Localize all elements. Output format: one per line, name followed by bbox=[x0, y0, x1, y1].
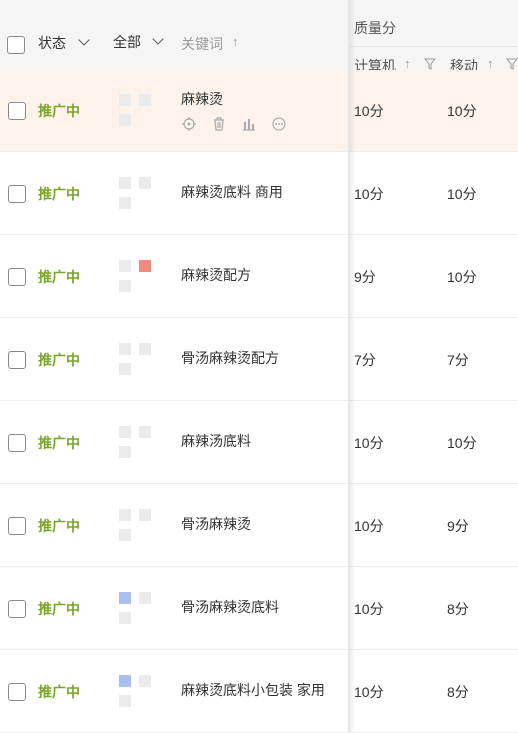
status-text: 推广中 bbox=[38, 269, 80, 285]
computer-filter-icon[interactable] bbox=[424, 58, 436, 70]
computer-score: 10分 bbox=[354, 186, 384, 202]
device-indicator-square bbox=[119, 675, 131, 687]
keyword-text[interactable]: 麻辣烫底料小包装 家用 bbox=[181, 680, 325, 700]
locate-icon[interactable] bbox=[181, 116, 197, 132]
device-indicator-square bbox=[139, 592, 151, 604]
table-row[interactable]: 推广中 麻辣烫底料 商用 10分 10分 bbox=[0, 153, 518, 235]
computer-score: 7分 bbox=[354, 352, 376, 368]
table-row[interactable]: 推广中 麻辣烫底料小包装 家用 10分 8分 bbox=[0, 651, 518, 733]
device-indicator-square bbox=[139, 260, 151, 272]
row-checkbox[interactable] bbox=[8, 683, 26, 701]
computer-score: 9分 bbox=[354, 269, 376, 285]
mobile-score: 8分 bbox=[447, 684, 469, 700]
mobile-sort-arrow-icon[interactable]: ↑ bbox=[487, 56, 494, 71]
keyword-text[interactable]: 骨汤麻辣烫 bbox=[181, 514, 251, 534]
status-text: 推广中 bbox=[38, 601, 80, 617]
device-indicator-square bbox=[139, 177, 151, 189]
mobile-score: 10分 bbox=[447, 435, 477, 451]
status-text: 推广中 bbox=[38, 518, 80, 534]
mobile-score: 10分 bbox=[447, 186, 477, 202]
keyword-text[interactable]: 麻辣烫 bbox=[181, 89, 223, 109]
more-icon[interactable] bbox=[271, 116, 287, 132]
keyword-sort-arrow-icon[interactable]: ↑ bbox=[232, 34, 239, 49]
device-indicator-square bbox=[119, 197, 131, 209]
quality-header-divider bbox=[350, 46, 518, 47]
device-indicator-square bbox=[119, 280, 131, 292]
device-indicator-square bbox=[119, 260, 131, 272]
device-indicator-square bbox=[119, 114, 131, 126]
device-indicator-square bbox=[119, 612, 131, 624]
row-checkbox[interactable] bbox=[8, 351, 26, 369]
mobile-score: 10分 bbox=[447, 103, 477, 119]
table-row[interactable]: 推广中 骨汤麻辣烫 10分 9分 bbox=[0, 485, 518, 567]
status-text: 推广中 bbox=[38, 435, 80, 451]
computer-sort-arrow-icon[interactable]: ↑ bbox=[404, 56, 411, 71]
keyword-text[interactable]: 麻辣烫底料 商用 bbox=[181, 182, 283, 202]
device-indicator-square bbox=[119, 94, 131, 106]
table-row[interactable]: 推广中 麻辣汤底料 10分 10分 bbox=[0, 402, 518, 484]
device-indicator-square bbox=[139, 94, 151, 106]
device-indicator-square bbox=[119, 592, 131, 604]
device-indicator-square bbox=[119, 363, 131, 375]
device-indicator-square bbox=[119, 695, 131, 707]
status-text: 推广中 bbox=[38, 684, 80, 700]
keyword-text[interactable]: 麻辣汤底料 bbox=[181, 431, 251, 451]
row-checkbox[interactable] bbox=[8, 434, 26, 452]
computer-score: 10分 bbox=[354, 601, 384, 617]
table-row[interactable]: 推广中 麻辣烫配方 9分 10分 bbox=[0, 236, 518, 318]
table-row[interactable]: 推广中 骨汤麻辣烫配方 7分 7分 bbox=[0, 319, 518, 401]
row-checkbox[interactable] bbox=[8, 517, 26, 535]
row-checkbox[interactable] bbox=[8, 102, 26, 120]
device-indicator-square bbox=[139, 509, 151, 521]
mobile-score: 10分 bbox=[447, 269, 477, 285]
device-indicator-square bbox=[119, 446, 131, 458]
status-text: 推广中 bbox=[38, 186, 80, 202]
status-text: 推广中 bbox=[38, 352, 80, 368]
mobile-score: 9分 bbox=[447, 518, 469, 534]
computer-score: 10分 bbox=[354, 103, 384, 119]
keyword-column-header[interactable]: 关键词 bbox=[181, 34, 223, 54]
device-indicator-square bbox=[119, 529, 131, 541]
quality-score-header: 质量分 bbox=[354, 20, 396, 36]
computer-score: 10分 bbox=[354, 518, 384, 534]
row-checkbox[interactable] bbox=[8, 185, 26, 203]
trash-icon[interactable] bbox=[211, 116, 227, 132]
status-filter-label[interactable]: 状态 bbox=[38, 33, 66, 53]
keyword-text[interactable]: 骨汤麻辣烫底料 bbox=[181, 597, 279, 617]
row-checkbox[interactable] bbox=[8, 268, 26, 286]
computer-score: 10分 bbox=[354, 435, 384, 451]
select-all-checkbox[interactable] bbox=[7, 36, 25, 54]
status-chevron-down-icon[interactable] bbox=[78, 34, 90, 46]
device-indicator-square bbox=[139, 343, 151, 355]
all-chevron-down-icon[interactable] bbox=[152, 33, 164, 45]
keyword-text[interactable]: 骨汤麻辣烫配方 bbox=[181, 348, 279, 368]
all-filter-label[interactable]: 全部 bbox=[113, 32, 141, 52]
device-indicator-square bbox=[119, 509, 131, 521]
computer-score: 10分 bbox=[354, 684, 384, 700]
bar-chart-icon[interactable] bbox=[241, 116, 257, 132]
mobile-filter-icon[interactable] bbox=[506, 58, 518, 70]
table-row[interactable]: 推广中 麻辣烫 10分 10分 bbox=[0, 70, 518, 152]
device-indicator-square bbox=[139, 675, 151, 687]
row-checkbox[interactable] bbox=[8, 600, 26, 618]
device-indicator-square bbox=[139, 426, 151, 438]
status-text: 推广中 bbox=[38, 103, 80, 119]
mobile-score: 7分 bbox=[447, 352, 469, 368]
device-indicator-square bbox=[119, 343, 131, 355]
keyword-text[interactable]: 麻辣烫配方 bbox=[181, 265, 251, 285]
mobile-score: 8分 bbox=[447, 601, 469, 617]
frozen-column-shadow bbox=[350, 0, 355, 732]
table-row[interactable]: 推广中 骨汤麻辣烫底料 10分 8分 bbox=[0, 568, 518, 650]
device-indicator-square bbox=[119, 426, 131, 438]
device-indicator-square bbox=[119, 177, 131, 189]
